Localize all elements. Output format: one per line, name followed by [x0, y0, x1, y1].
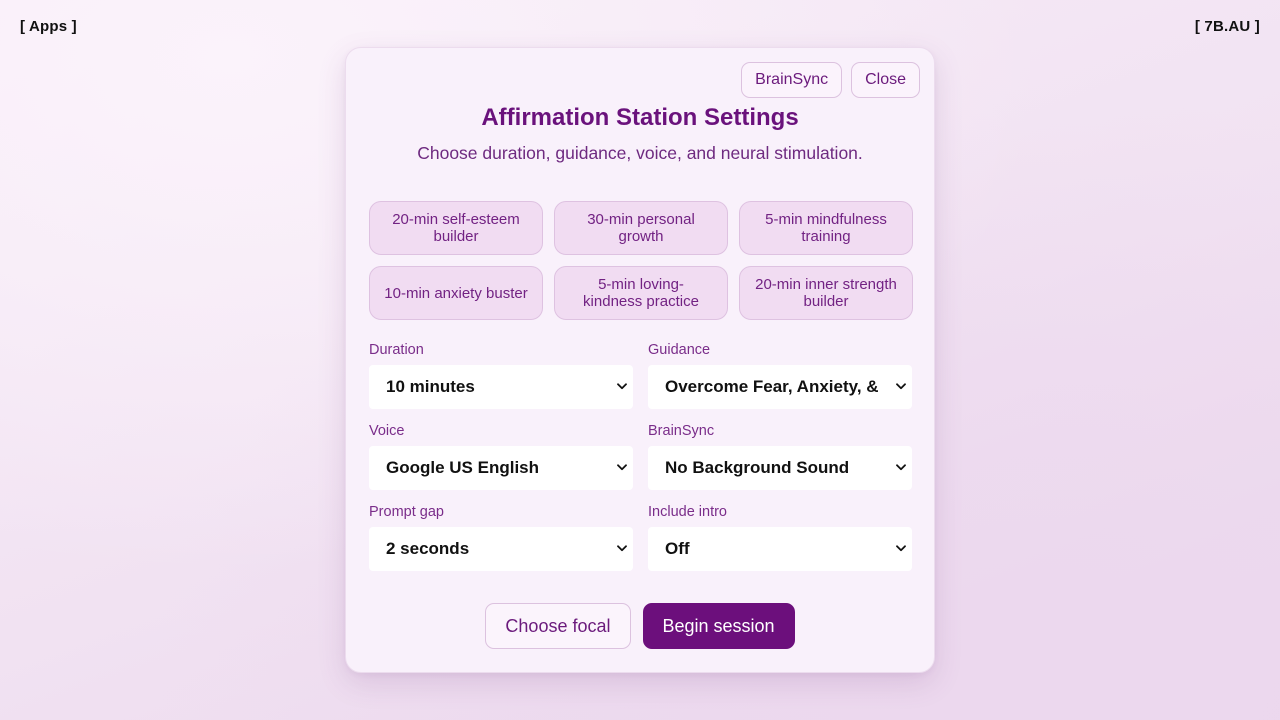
include-intro-field: Include intro Off — [648, 504, 912, 571]
settings-panel: BrainSync Close Affirmation Station Sett… — [345, 47, 935, 673]
session-actions: Choose focal Begin session — [346, 603, 934, 649]
duration-select[interactable]: 10 minutes — [369, 365, 633, 409]
apps-link[interactable]: [ Apps ] — [20, 18, 77, 35]
page-subtitle: Choose duration, guidance, voice, and ne… — [417, 143, 863, 163]
chevron-down-icon — [895, 541, 907, 555]
brainsync-label: BrainSync — [648, 423, 715, 439]
site-link[interactable]: [ 7B.AU ] — [1195, 18, 1260, 35]
preset-grid: 20-min self-esteem builder 30-min person… — [369, 201, 913, 320]
guidance-label: Guidance — [648, 342, 711, 358]
page-title: Affirmation Station Settings — [481, 104, 799, 131]
voice-label: Voice — [369, 423, 405, 439]
chevron-down-icon — [895, 460, 907, 474]
include-intro-select[interactable]: Off — [648, 527, 912, 571]
prompt-gap-field: Prompt gap 2 seconds — [369, 504, 633, 571]
prompt-gap-select[interactable]: 2 seconds — [369, 527, 633, 571]
duration-field: Duration 10 minutes — [369, 342, 633, 409]
chevron-down-icon — [616, 541, 628, 555]
voice-select[interactable]: Google US English — [369, 446, 633, 490]
preset-personal-growth[interactable]: 30-min personal growth — [554, 201, 728, 255]
brainsync-button[interactable]: BrainSync — [741, 62, 843, 98]
preset-mindfulness-training[interactable]: 5-min mindfulness training — [739, 201, 913, 255]
prompt-gap-value: 2 seconds — [386, 539, 470, 558]
guidance-field: Guidance Overcome Fear, Anxiety, & U — [648, 342, 912, 409]
begin-session-button[interactable]: Begin session — [642, 603, 795, 649]
brainsync-value: No Background Sound — [665, 458, 850, 477]
chevron-down-icon — [895, 379, 907, 393]
duration-value: 10 minutes — [386, 377, 475, 396]
prompt-gap-label: Prompt gap — [369, 504, 444, 520]
duration-label: Duration — [369, 342, 424, 358]
voice-value: Google US English — [386, 458, 540, 477]
preset-self-esteem-builder[interactable]: 20-min self-esteem builder — [369, 201, 543, 255]
brainsync-field: BrainSync No Background Sound — [648, 423, 912, 490]
preset-loving-kindness-practice[interactable]: 5-min loving-kindness practice — [554, 266, 728, 320]
preset-inner-strength-builder[interactable]: 20-min inner strength builder — [739, 266, 913, 320]
brainsync-select[interactable]: No Background Sound — [648, 446, 912, 490]
preset-anxiety-buster[interactable]: 10-min anxiety buster — [369, 266, 543, 320]
panel-top-actions: BrainSync Close — [741, 62, 920, 98]
guidance-value: Overcome Fear, Anxiety, & U — [665, 377, 882, 396]
settings-fields: Duration 10 minutes Guidance Overcome Fe… — [369, 342, 913, 571]
guidance-select[interactable]: Overcome Fear, Anxiety, & U — [648, 365, 912, 409]
choose-focal-button[interactable]: Choose focal — [485, 603, 631, 649]
chevron-down-icon — [616, 379, 628, 393]
voice-field: Voice Google US English — [369, 423, 633, 490]
include-intro-value: Off — [665, 539, 690, 558]
chevron-down-icon — [616, 460, 628, 474]
include-intro-label: Include intro — [648, 504, 727, 520]
close-button[interactable]: Close — [851, 62, 920, 98]
